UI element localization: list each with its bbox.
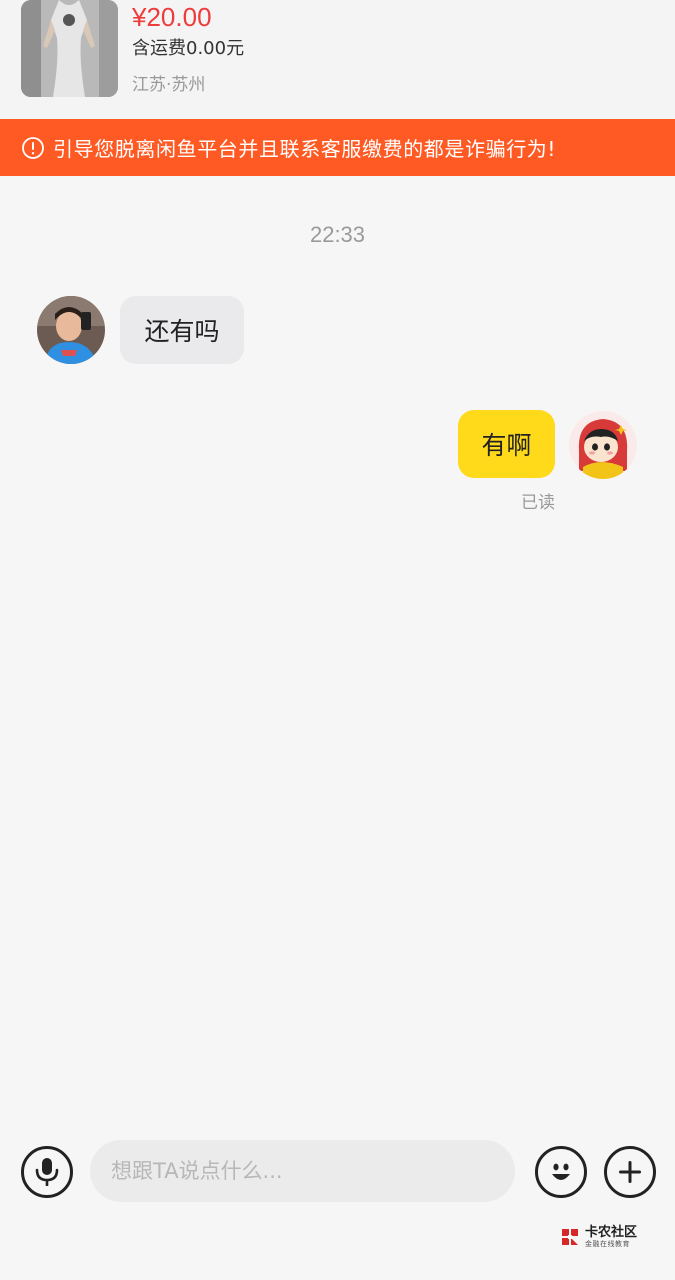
emoji-icon [552, 1163, 570, 1180]
message-composer [0, 1130, 675, 1210]
product-card[interactable]: ¥20.00 含运费0.00元 江苏·苏州 [0, 0, 675, 119]
outgoing-message-bubble[interactable]: 有啊 [458, 410, 555, 478]
watermark-subtitle: 金融在线教育 [585, 1240, 630, 1248]
incoming-message-bubble[interactable]: 还有吗 [120, 296, 244, 364]
more-options-button[interactable] [604, 1146, 656, 1198]
product-image[interactable] [21, 0, 118, 97]
message-input[interactable] [90, 1140, 515, 1202]
fraud-warning-text: 引导您脱离闲鱼平台并且联系客服缴费的都是诈骗行为! [53, 137, 557, 161]
read-status: 已读 [521, 493, 555, 513]
fraud-warning-banner: 引导您脱离闲鱼平台并且联系客服缴费的都是诈骗行为! [0, 119, 675, 176]
seller-location: 江苏·苏州 [132, 75, 206, 95]
product-price: ¥20.00 [132, 2, 212, 32]
buyer-avatar[interactable] [37, 296, 105, 364]
message-timestamp: 22:33 [309, 222, 366, 247]
emoji-button[interactable] [535, 1146, 587, 1198]
watermark-icon [562, 1229, 578, 1245]
microphone-icon [35, 1158, 59, 1186]
alert-circle-icon [22, 136, 44, 159]
shipping-fee: 含运费0.00元 [132, 38, 245, 59]
voice-input-button[interactable] [21, 1146, 73, 1198]
watermark-title: 卡农社区 [585, 1225, 638, 1240]
watermark-logo: 卡农社区 金融在线教育 [558, 1222, 648, 1252]
my-avatar[interactable] [569, 411, 637, 479]
plus-icon [619, 1161, 641, 1183]
